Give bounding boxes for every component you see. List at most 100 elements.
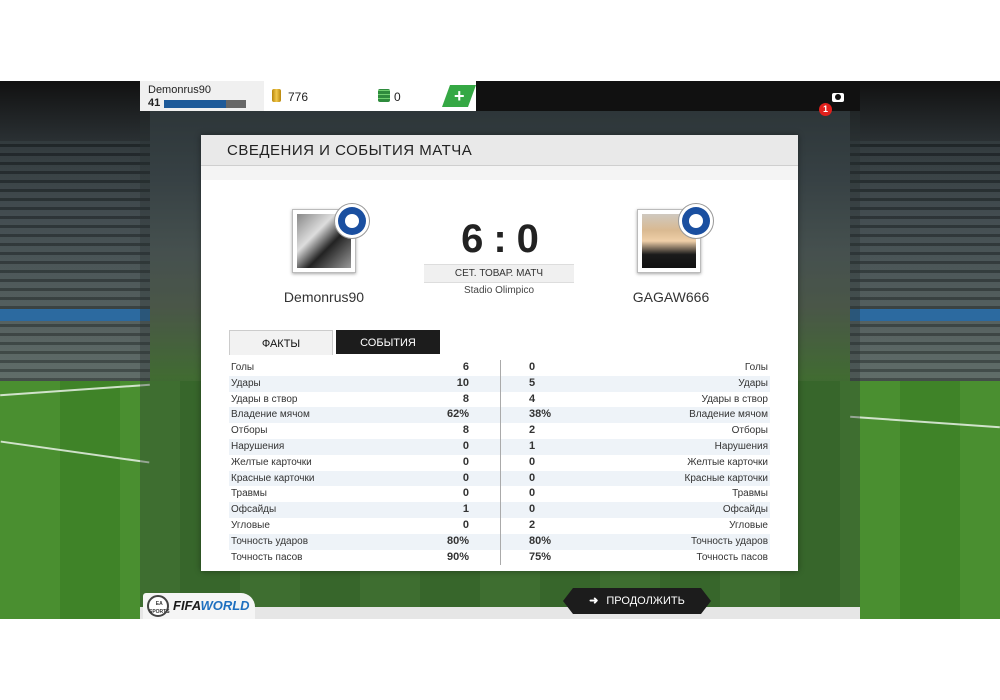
points-icon xyxy=(378,89,390,102)
stat-label-away: Нарушения xyxy=(714,440,768,452)
home-club-crest-icon xyxy=(334,203,370,239)
stat-label-away: Травмы xyxy=(732,488,768,500)
stat-value-away: 0 xyxy=(529,361,536,373)
stat-value-home: 90% xyxy=(446,550,469,563)
stat-label-away: Точность ударов xyxy=(690,535,768,547)
pitch-line xyxy=(850,415,1000,429)
stat-value-home: 80% xyxy=(446,534,469,547)
stat-label-home: Офсайды xyxy=(231,504,277,516)
away-team-name: GAGAW666 xyxy=(632,289,710,305)
stat-label-home: Отборы xyxy=(231,425,268,437)
stats-divider xyxy=(500,360,501,565)
stat-label-home: Владение мячом xyxy=(231,409,310,421)
ea-sports-text: EA SPORTS xyxy=(149,600,170,615)
stat-label-away: Офсайды xyxy=(722,504,768,516)
stat-value-away: 2 xyxy=(529,518,536,531)
stat-value-home: 0 xyxy=(462,455,469,468)
stat-value-home: 10 xyxy=(456,376,469,389)
stat-value-away: 38% xyxy=(529,408,552,421)
home-team-name: Demonrus90 xyxy=(283,289,365,305)
tab-events[interactable]: СОБЫТИЯ xyxy=(336,330,440,354)
ad-board-right xyxy=(850,309,1000,321)
stat-label-away: Точность пасов xyxy=(696,551,769,563)
stat-label-home: Нарушения xyxy=(231,440,285,452)
stat-label-away: Желтые карточки xyxy=(687,456,768,468)
stat-value-home: 0 xyxy=(462,487,469,500)
stat-value-home: 62% xyxy=(446,408,469,421)
match-summary-panel: СВЕДЕНИЯ И СОБЫТИЯ МАТЧА Demonrus90 6:0 … xyxy=(201,135,798,571)
coins-balance: 776 xyxy=(264,81,371,111)
user-level: 41 xyxy=(148,97,161,109)
world-text: WORLD xyxy=(200,598,250,613)
pitch-line xyxy=(0,440,150,464)
continue-label: ПРОДОЛЖИТЬ xyxy=(606,595,685,607)
stat-label-away: Удары xyxy=(738,377,768,389)
stat-label-home: Красные карточки xyxy=(231,472,315,484)
stat-value-home: 0 xyxy=(462,518,469,531)
stat-value-home: 8 xyxy=(462,392,469,405)
stat-label-home: Травмы xyxy=(231,488,267,500)
stat-value-home: 0 xyxy=(462,439,469,452)
stat-label-home: Голы xyxy=(231,362,255,373)
page-title: СВЕДЕНИЯ И СОБЫТИЯ МАТЧА xyxy=(227,142,473,159)
coins-icon xyxy=(272,89,281,102)
fifa-text: FIFA xyxy=(173,598,201,613)
away-club-crest-icon xyxy=(678,203,714,239)
stats-table: Голы 6 0 Голы Удары 10 5 Удары Удары в створ 8 4… xyxy=(229,360,770,565)
top-bar: Demonrus90 41 776 0 + 1 xyxy=(140,81,860,116)
fifa-world-wordmark: FIFAWORLD xyxy=(173,598,250,613)
stadium-roof-left xyxy=(0,81,150,141)
stat-value-away: 75% xyxy=(529,550,552,563)
stat-value-away: 4 xyxy=(529,392,536,405)
panel-header: СВЕДЕНИЯ И СОБЫТИЯ МАТЧА xyxy=(201,135,798,166)
stat-value-away: 80% xyxy=(529,534,552,547)
stat-value-away: 0 xyxy=(529,455,536,468)
score-separator: : xyxy=(493,217,509,261)
plus-icon: + xyxy=(453,86,465,106)
points-value: 0 xyxy=(394,90,401,104)
tab-facts[interactable]: ФАКТЫ xyxy=(229,330,333,355)
scoreline: 6:0 xyxy=(431,217,571,262)
stat-label-home: Удары xyxy=(231,377,261,389)
stat-label-home: Желтые карточки xyxy=(231,456,312,468)
home-score: 6 xyxy=(461,217,486,261)
stat-value-home: 1 xyxy=(462,503,469,516)
ad-board-left xyxy=(0,309,150,321)
stat-label-away: Угловые xyxy=(729,519,768,531)
stat-value-home: 6 xyxy=(462,361,469,373)
panel-subheader xyxy=(201,166,798,180)
stat-label-home: Точность пасов xyxy=(231,551,303,563)
user-profile[interactable]: Demonrus90 41 xyxy=(140,81,265,111)
stadium-roof-right xyxy=(850,81,1000,141)
stat-label-home: Точность ударов xyxy=(231,535,309,547)
stat-label-home: Угловые xyxy=(231,519,270,531)
stat-value-away: 1 xyxy=(529,439,536,452)
stat-label-away: Удары в створ xyxy=(701,393,769,405)
match-type: СЕТ. ТОВАР. МАТЧ xyxy=(424,264,574,283)
continue-button[interactable]: ➜ ПРОДОЛЖИТЬ xyxy=(563,588,711,614)
xp-progress-bar xyxy=(164,100,246,108)
arrow-right-icon: ➜ xyxy=(589,595,599,607)
stat-value-home: 0 xyxy=(462,471,469,484)
stat-label-away: Отборы xyxy=(731,425,768,437)
stat-label-away: Красные карточки xyxy=(684,472,768,484)
pitch-line xyxy=(0,383,150,397)
stat-label-away: Владение мячом xyxy=(689,409,768,421)
stat-value-away: 2 xyxy=(529,424,536,437)
stat-value-home: 8 xyxy=(462,424,469,437)
ea-sports-logo-icon: EA SPORTS xyxy=(147,595,170,617)
stat-value-away: 0 xyxy=(529,471,536,484)
coins-value: 776 xyxy=(288,90,309,104)
away-score: 0 xyxy=(516,217,541,261)
stadium-name: Stadio Olimpico xyxy=(463,285,535,296)
stat-value-away: 0 xyxy=(529,503,536,516)
notification-badge[interactable]: 1 xyxy=(819,103,832,116)
stat-value-away: 5 xyxy=(529,376,536,389)
stat-label-home: Удары в створ xyxy=(231,393,298,405)
xp-progress-fill xyxy=(164,100,227,108)
camera-icon[interactable] xyxy=(832,93,844,102)
stat-value-away: 0 xyxy=(529,487,536,500)
stat-label-away: Голы xyxy=(744,362,768,373)
username: Demonrus90 xyxy=(148,84,211,96)
fifa-world-logo: EA SPORTS FIFAWORLD xyxy=(143,593,255,619)
